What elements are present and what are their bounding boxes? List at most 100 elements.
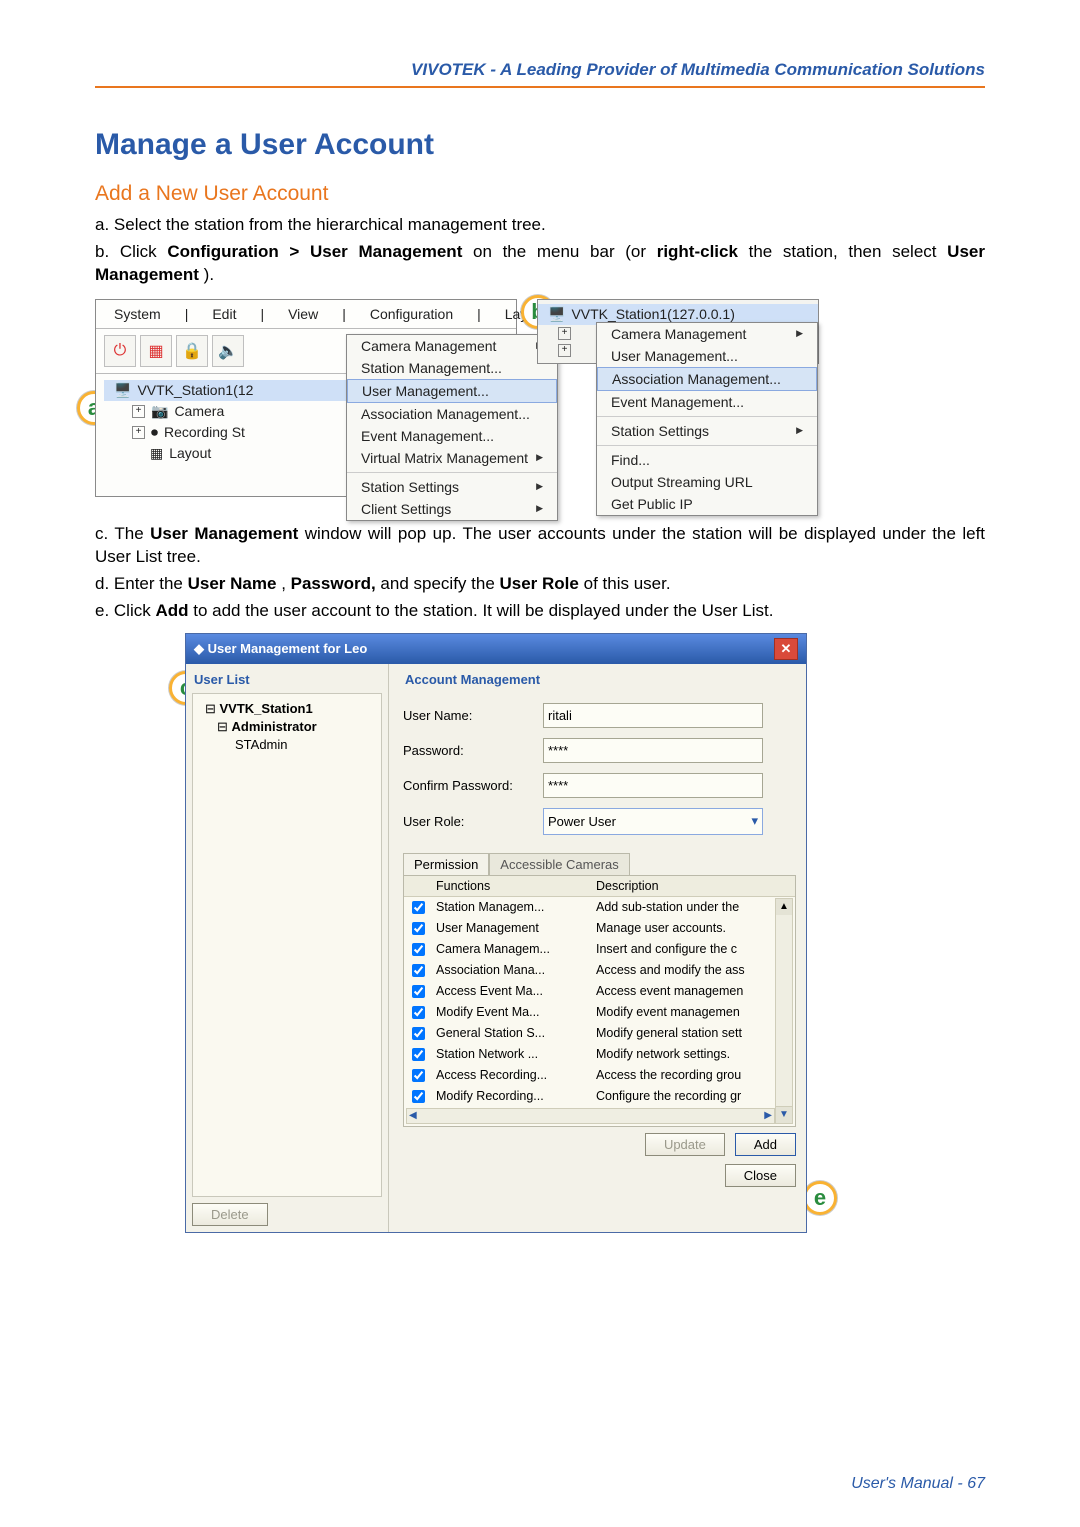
permission-checkbox[interactable] <box>412 1027 425 1040</box>
menu-view[interactable]: View <box>278 304 328 324</box>
add-button[interactable]: Add <box>735 1133 796 1156</box>
close-icon[interactable]: ✕ <box>774 638 798 660</box>
permission-row: Station Managem...Add sub-station under … <box>404 897 795 918</box>
permission-function: Access Event Ma... <box>436 984 596 998</box>
permission-checkbox[interactable] <box>412 1069 425 1082</box>
horizontal-scrollbar[interactable]: ◀ ▶ <box>406 1108 775 1124</box>
expand-icon[interactable]: + <box>558 344 571 357</box>
ctx-top-node[interactable]: VVTK_Station1(127.0.0.1) <box>571 306 734 322</box>
tree-layout[interactable]: Layout <box>169 445 211 461</box>
ctx-camera-management[interactable]: Camera Management <box>597 323 817 345</box>
permission-function: Modify Recording... <box>436 1089 596 1103</box>
schedule-icon[interactable]: ▦ <box>140 335 172 367</box>
permission-function: Modify Event Ma... <box>436 1005 596 1019</box>
monitor-icon: 🖥️ <box>548 306 565 323</box>
audio-icon[interactable]: 🔈 <box>212 335 244 367</box>
permission-description: Modify event managemen <box>596 1005 791 1019</box>
permission-function: General Station S... <box>436 1026 596 1040</box>
vertical-scrollbar[interactable]: ▲ ▼ <box>775 898 793 1124</box>
menu-event-management[interactable]: Event Management... <box>347 425 557 447</box>
permission-table: Functions Description Station Managem...… <box>403 875 796 1127</box>
ctx-find[interactable]: Find... <box>597 449 817 471</box>
delete-button[interactable]: Delete <box>192 1203 268 1226</box>
password-input[interactable] <box>543 738 763 763</box>
tree-camera[interactable]: Camera <box>174 403 224 419</box>
permission-checkbox[interactable] <box>412 943 425 956</box>
permission-row: General Station S...Modify general stati… <box>404 1023 795 1044</box>
permission-function: Station Managem... <box>436 900 596 914</box>
scroll-right-icon[interactable]: ▶ <box>764 1110 772 1121</box>
ctx-event-management[interactable]: Event Management... <box>597 391 817 413</box>
permission-row: Access Event Ma...Access event managemen <box>404 981 795 1002</box>
page-header: VIVOTEK - A Leading Provider of Multimed… <box>95 60 985 88</box>
permission-description: Modify network settings. <box>596 1047 791 1061</box>
confirm-password-input[interactable] <box>543 773 763 798</box>
password-label: Password: <box>403 743 533 758</box>
layout-icon: ▦ <box>150 445 163 462</box>
user-list-tree: ⊟ VVTK_Station1 ⊟ Administrator STAdmin <box>192 693 382 1197</box>
expand-icon[interactable]: + <box>558 327 571 340</box>
permission-row: Modify Recording...Configure the recordi… <box>404 1086 795 1107</box>
close-button[interactable]: Close <box>725 1164 796 1187</box>
permission-row: User ManagementManage user accounts. <box>404 918 795 939</box>
permission-function: Access Recording... <box>436 1068 596 1082</box>
permission-function: Station Network ... <box>436 1047 596 1061</box>
permission-checkbox[interactable] <box>412 1006 425 1019</box>
permission-checkbox[interactable] <box>412 1090 425 1103</box>
ctx-association-management[interactable]: Association Management... <box>597 367 817 391</box>
ctx-get-public-ip[interactable]: Get Public IP <box>597 493 817 515</box>
ctx-output-streaming[interactable]: Output Streaming URL <box>597 471 817 493</box>
scroll-left-icon[interactable]: ◀ <box>409 1110 417 1121</box>
step-b: b. Click Configuration > User Management… <box>95 241 985 287</box>
expand-icon[interactable]: + <box>132 426 145 439</box>
tree-recording[interactable]: Recording St <box>164 424 245 440</box>
tree-station[interactable]: VVTK_Station1(12 <box>137 382 253 398</box>
menubar: System | Edit | View | Configuration | L… <box>96 300 516 329</box>
instructions: a. Select the station from the hierarchi… <box>95 214 985 287</box>
username-label: User Name: <box>403 708 533 723</box>
app-icon: ◆ <box>194 641 204 656</box>
permission-row: Access Recording...Access the recording … <box>404 1065 795 1086</box>
scroll-down-icon[interactable]: ▼ <box>776 1106 792 1123</box>
permission-checkbox[interactable] <box>412 901 425 914</box>
username-input[interactable] <box>543 703 763 728</box>
menu-camera-management[interactable]: Camera Management <box>347 335 557 357</box>
step-e: e. Click Add to add the user account to … <box>95 600 985 623</box>
tab-accessible-cameras[interactable]: Accessible Cameras <box>489 853 630 875</box>
user-role-select[interactable]: Power User ▾ <box>543 808 763 835</box>
tree-row[interactable]: ⊟ VVTK_Station1 <box>199 700 375 718</box>
menu-virtual-matrix[interactable]: Virtual Matrix Management <box>347 447 557 469</box>
permission-checkbox[interactable] <box>412 922 425 935</box>
menu-system[interactable]: System <box>104 304 171 324</box>
tree-row[interactable]: STAdmin <box>199 736 375 753</box>
tab-permission[interactable]: Permission <box>403 853 489 875</box>
monitor-icon: 🖥️ <box>114 382 131 399</box>
expand-icon[interactable]: + <box>132 405 145 418</box>
ctx-station-settings[interactable]: Station Settings <box>597 420 817 442</box>
chevron-down-icon: ▾ <box>751 813 758 829</box>
tree-row[interactable]: ⊟ Administrator <box>199 718 375 736</box>
col-description: Description <box>596 879 791 893</box>
permission-checkbox[interactable] <box>412 1048 425 1061</box>
menu-edit[interactable]: Edit <box>202 304 246 324</box>
scroll-up-icon[interactable]: ▲ <box>776 899 792 915</box>
permission-description: Access the recording grou <box>596 1068 791 1082</box>
permission-checkbox[interactable] <box>412 964 425 977</box>
ctx-user-management[interactable]: User Management... <box>597 345 817 367</box>
menu-client-settings[interactable]: Client Settings <box>347 498 557 520</box>
update-button[interactable]: Update <box>645 1133 725 1156</box>
confirm-password-label: Confirm Password: <box>403 778 533 793</box>
permission-description: Manage user accounts. <box>596 921 791 935</box>
power-icon[interactable]: ⏻ <box>104 335 136 367</box>
menu-station-management[interactable]: Station Management... <box>347 357 557 379</box>
recording-icon: ⏺ <box>151 424 158 441</box>
page-title: Manage a User Account <box>95 128 985 162</box>
permission-checkbox[interactable] <box>412 985 425 998</box>
user-role-label: User Role: <box>403 814 533 829</box>
step-c: c. The User Management window will pop u… <box>95 523 985 569</box>
menu-configuration[interactable]: Configuration <box>360 304 463 324</box>
menu-user-management[interactable]: User Management... <box>347 379 557 403</box>
menu-association-management[interactable]: Association Management... <box>347 403 557 425</box>
menu-station-settings[interactable]: Station Settings <box>347 476 557 498</box>
lock-icon[interactable]: 🔒 <box>176 335 208 367</box>
